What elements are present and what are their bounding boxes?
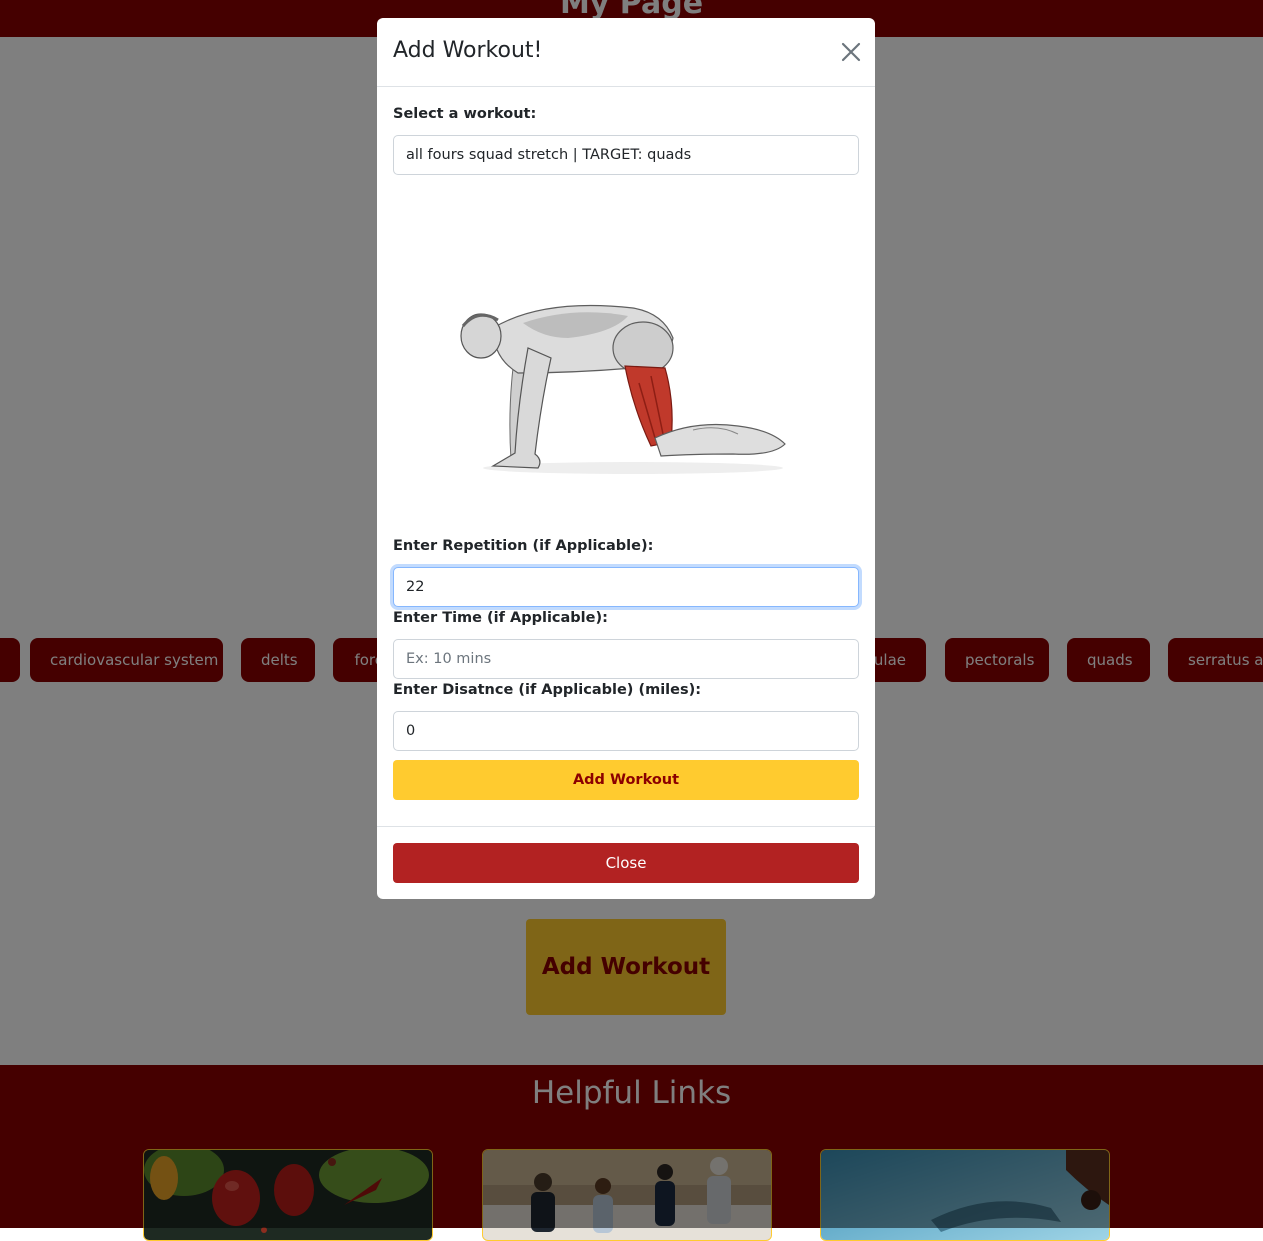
modal-close-button[interactable]: Close (393, 843, 859, 883)
modal-title: Add Workout! (393, 38, 543, 63)
distance-input[interactable] (393, 711, 859, 751)
modal-add-workout-button[interactable]: Add Workout (393, 760, 859, 800)
close-icon[interactable] (841, 40, 861, 64)
time-label: Enter Time (if Applicable): (393, 610, 608, 626)
time-input[interactable] (393, 639, 859, 679)
workout-select[interactable]: all fours squad stretch | TARGET: quads (393, 135, 859, 175)
select-workout-label: Select a workout: (393, 106, 537, 122)
repetition-label: Enter Repetition (if Applicable): (393, 538, 654, 554)
exercise-illustration (460, 304, 786, 474)
modal-header: Add Workout! (377, 18, 875, 87)
modal-footer: Close (377, 826, 875, 899)
repetition-input[interactable] (393, 567, 859, 607)
add-workout-modal: Add Workout! Select a workout: all fours… (377, 18, 875, 899)
distance-label: Enter Disatnce (if Applicable) (miles): (393, 682, 702, 698)
